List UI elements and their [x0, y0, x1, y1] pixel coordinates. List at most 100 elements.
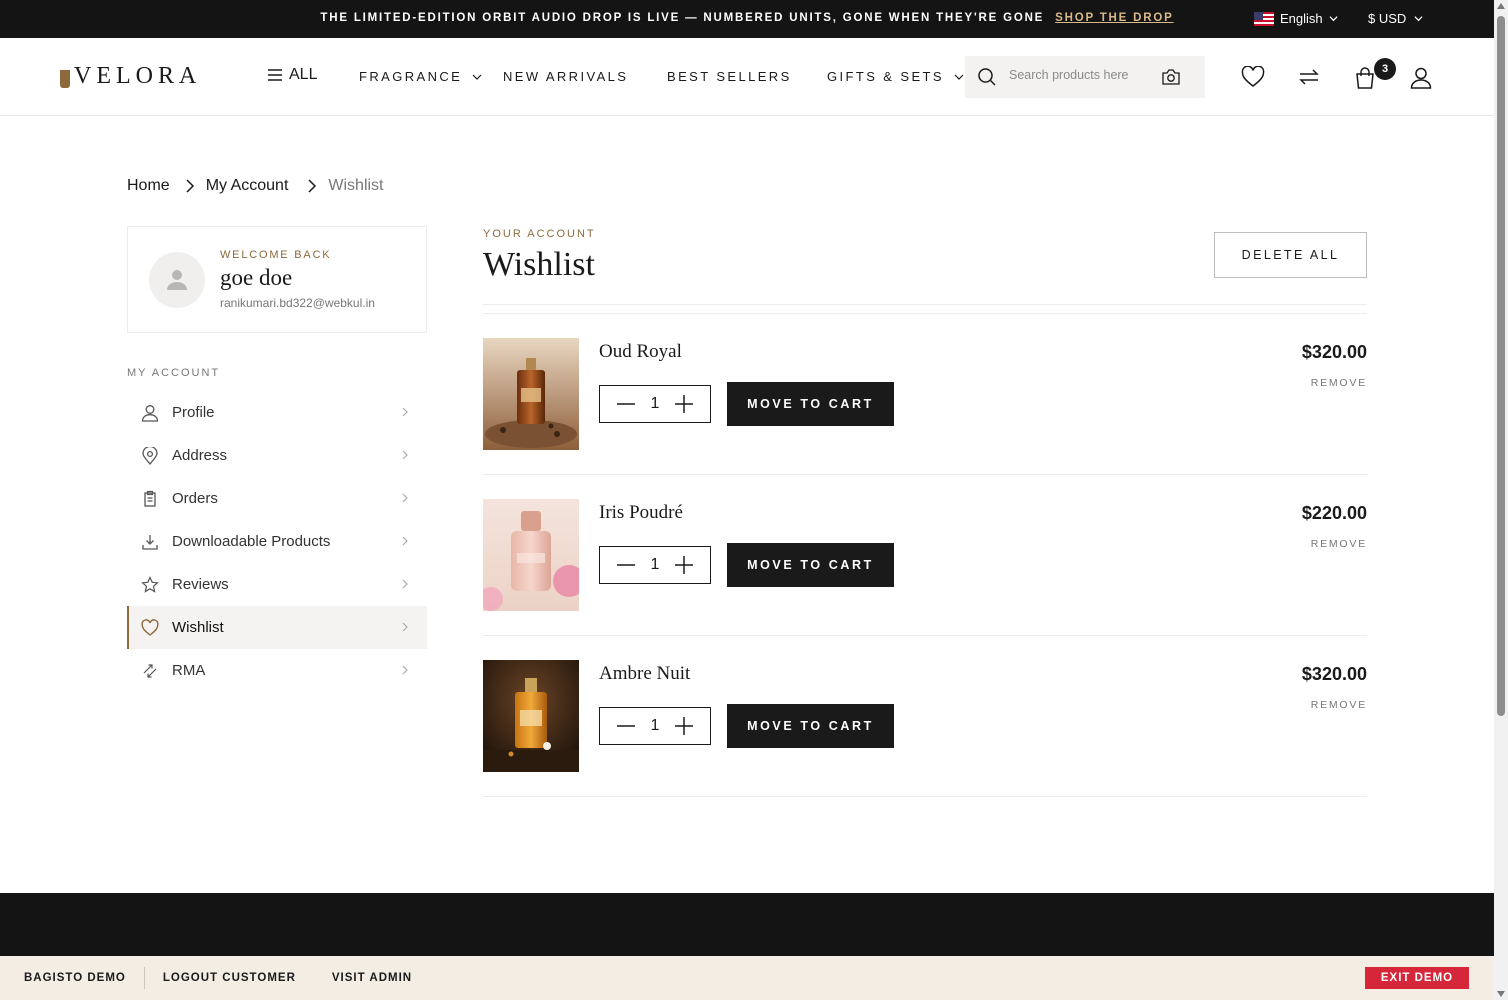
sidebar-item-downloadable-products[interactable]: Downloadable Products [127, 520, 427, 563]
product-price: $220.00 [1301, 503, 1367, 523]
chevron-right-icon [308, 179, 317, 193]
product-price: $320.00 [1301, 342, 1367, 362]
divider [483, 796, 1367, 797]
quantity-stepper: 1 [599, 385, 711, 423]
scroll-down-arrow-icon[interactable] [1497, 991, 1505, 997]
delete-all-button[interactable]: DELETE ALL [1214, 232, 1367, 278]
minus-icon[interactable] [616, 394, 636, 414]
star-icon [141, 575, 159, 594]
currency-selector[interactable]: $ USD [1368, 11, 1423, 26]
search-input[interactable] [1009, 68, 1149, 82]
sidebar-item-reviews[interactable]: Reviews [127, 563, 427, 606]
all-label: ALL [289, 66, 318, 83]
quantity-value: 1 [650, 717, 660, 734]
sidebar-item-label: RMA [172, 662, 206, 679]
page-scrollbar[interactable] [1494, 0, 1508, 1000]
heart-icon [141, 618, 159, 637]
user-name: goe doe [220, 265, 293, 290]
product-name[interactable]: Iris Poudré [599, 502, 683, 524]
nav-label: GIFTS & SETS [827, 69, 944, 84]
plus-icon[interactable] [674, 716, 694, 736]
plus-icon[interactable] [674, 394, 694, 414]
nav-new-arrivals[interactable]: NEW ARRIVALS [503, 69, 628, 84]
sidebar-item-wishlist[interactable]: Wishlist [127, 606, 427, 649]
location-pin-icon [141, 446, 159, 465]
sidebar-item-label: Address [172, 447, 228, 464]
chevron-right-icon [402, 450, 408, 460]
chevron-down-icon [1414, 16, 1423, 22]
language-label: English [1280, 11, 1323, 26]
chevron-right-icon [402, 665, 408, 675]
scrollbar-thumb[interactable] [1497, 16, 1505, 716]
wishlist-item: Oud Royal 1 MOVE TO CART $320.00 REMOVE [483, 314, 1367, 475]
us-flag-icon [1254, 11, 1274, 26]
plus-icon[interactable] [674, 555, 694, 575]
product-name[interactable]: Oud Royal [599, 341, 682, 363]
profile-card: WELCOME BACK goe doe ranikumari.bd322@we… [127, 226, 427, 333]
avatar [149, 252, 205, 308]
product-name[interactable]: Ambre Nuit [599, 663, 690, 685]
site-footer [0, 893, 1494, 956]
move-to-cart-button[interactable]: MOVE TO CART [727, 543, 894, 587]
breadcrumb-current: Wishlist [328, 177, 384, 194]
quantity-value: 1 [650, 556, 660, 573]
breadcrumb-my-account[interactable]: My Account [206, 177, 289, 195]
all-categories-button[interactable]: ALL [267, 66, 317, 84]
product-image-ambre-nuit[interactable] [483, 660, 579, 772]
remove-button[interactable]: REMOVE [1311, 377, 1367, 389]
minus-icon[interactable] [616, 716, 636, 736]
clipboard-icon [141, 490, 159, 508]
scroll-up-arrow-icon[interactable] [1497, 3, 1505, 9]
wishlist-item: Iris Poudré 1 MOVE TO CART $220.00 REMOV… [483, 475, 1367, 636]
remove-button[interactable]: REMOVE [1311, 538, 1367, 550]
chevron-right-icon [186, 179, 194, 193]
search-icon[interactable] [977, 67, 997, 87]
section-eyebrow: YOUR ACCOUNT [483, 228, 596, 240]
shop-the-drop-link[interactable]: SHOP THE DROP [1055, 12, 1173, 24]
sidebar-item-profile[interactable]: Profile [127, 391, 427, 434]
minus-icon[interactable] [616, 555, 636, 575]
sidebar-heading: MY ACCOUNT [127, 367, 221, 379]
download-icon [141, 533, 159, 551]
cart-count-badge: 3 [1374, 58, 1396, 80]
chevron-right-icon [402, 536, 408, 546]
product-price: $320.00 [1301, 664, 1367, 684]
logout-customer-link[interactable]: LOGOUT CUSTOMER [145, 967, 314, 989]
nav-fragrance[interactable]: FRAGRANCE [359, 69, 482, 84]
exit-demo-button[interactable]: EXIT DEMO [1365, 967, 1469, 989]
move-to-cart-button[interactable]: MOVE TO CART [727, 704, 894, 748]
logo-text: VELORA [74, 63, 202, 89]
move-to-cart-button[interactable]: MOVE TO CART [727, 382, 894, 426]
cart-icon[interactable] [1354, 66, 1376, 90]
sidebar-item-label: Wishlist [172, 619, 224, 636]
search-bar [965, 56, 1205, 98]
product-image-iris-poudre[interactable] [483, 499, 579, 611]
user-account-icon[interactable] [1409, 66, 1433, 90]
wishlist-heart-icon[interactable] [1241, 66, 1265, 88]
nav-label: FRAGRANCE [359, 69, 463, 84]
divider [483, 304, 1367, 305]
compare-icon[interactable] [1298, 66, 1320, 88]
logo-mark-icon [60, 69, 70, 88]
nav-label: NEW ARRIVALS [503, 69, 629, 84]
currency-label: $ USD [1368, 11, 1407, 26]
sidebar-item-orders[interactable]: Orders [127, 477, 427, 520]
sidebar-item-address[interactable]: Address [127, 434, 427, 477]
sidebar-item-label: Downloadable Products [172, 533, 331, 550]
site-logo[interactable]: VELORA [60, 63, 201, 90]
announcement-message: THE LIMITED-EDITION ORBIT AUDIO DROP IS … [320, 12, 1045, 24]
exchange-icon [141, 662, 159, 680]
quantity-stepper: 1 [599, 546, 711, 584]
nav-best-sellers[interactable]: BEST SELLERS [667, 69, 792, 84]
account-sidebar: Profile Address Orders Downloadable Prod… [127, 391, 427, 692]
camera-icon[interactable] [1161, 68, 1181, 86]
demo-brand-label: BAGISTO DEMO [0, 967, 145, 989]
breadcrumb-home[interactable]: Home [127, 177, 170, 195]
visit-admin-link[interactable]: VISIT ADMIN [314, 967, 430, 989]
language-selector[interactable]: English [1254, 11, 1338, 26]
nav-gifts-sets[interactable]: GIFTS & SETS [827, 69, 964, 84]
page-title: Wishlist [483, 246, 595, 283]
sidebar-item-rma[interactable]: RMA [127, 649, 427, 692]
product-image-oud-royal[interactable] [483, 338, 579, 450]
remove-button[interactable]: REMOVE [1311, 699, 1367, 711]
